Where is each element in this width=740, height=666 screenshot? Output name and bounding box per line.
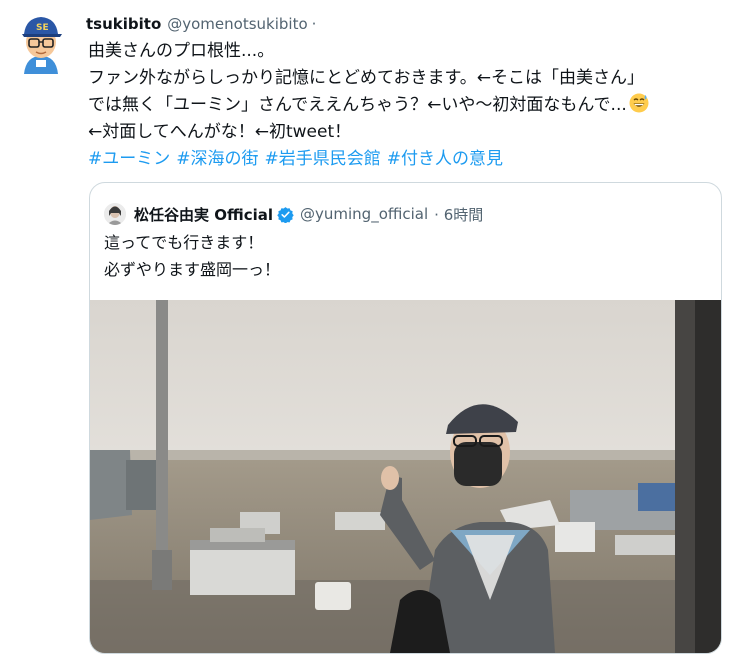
quoted-display-name[interactable]: 松任谷由実 Official (134, 204, 273, 225)
grinning-sweat-emoji-icon (629, 93, 649, 113)
quoted-line: 必ずやります盛岡一っ！ (104, 260, 281, 279)
tweet-line: ファン外ながらしっかり記憶にとどめておきます。←そこは「由美さん」 (88, 68, 645, 88)
verified-badge-icon (277, 206, 294, 223)
quoted-timestamp[interactable]: · 6時間 (434, 204, 483, 225)
hashtag-link[interactable]: #ユーミン (88, 149, 170, 169)
user-avatar[interactable]: SE (14, 12, 68, 74)
quoted-tweet-text: 這ってでも行きます！ 必ずやります盛岡一っ！ (104, 229, 280, 283)
airport-window-photo[interactable] (90, 300, 721, 653)
hashtag-link[interactable]: #深海の街 (176, 149, 258, 169)
display-name[interactable]: tsukibito (86, 15, 161, 33)
tweet-line-with-emoji: では無く「ユーミン」さんでええんちゃう？←いや～初対面なもんで... (88, 92, 728, 119)
hashtag-link[interactable]: #岩手県民会館 (265, 149, 381, 169)
quoted-line: 這ってでも行きます！ (104, 233, 264, 252)
separator-dot: · (311, 15, 317, 33)
hashtag-list: #ユーミン #深海の街 #岩手県民会館 #付き人の意見 (88, 146, 728, 173)
svg-text:SE: SE (36, 23, 49, 33)
tweet-text: 由美さんのプロ根性...。 ファン外ながらしっかり記憶にとどめておきます。←そこ… (88, 38, 728, 173)
tweet-line: ←対面してへんがな！←初tweet！ (88, 122, 352, 142)
quoted-tweet-header: 松任谷由実 Official @yuming_official · 6時間 (104, 203, 483, 225)
hashtag-link[interactable]: #付き人の意見 (387, 149, 503, 169)
quoted-user-handle[interactable]: @yuming_official (300, 205, 428, 223)
tweet-line: 由美さんのプロ根性...。 (88, 41, 275, 61)
tweet-line: では無く「ユーミン」さんでええんちゃう？←いや～初対面なもんで... (88, 95, 627, 115)
user-handle[interactable]: @yomenotsukibito (167, 15, 307, 33)
avatar-portrait-icon (104, 203, 126, 225)
quoted-tweet-card[interactable]: 松任谷由実 Official @yuming_official · 6時間 這っ… (89, 182, 722, 654)
tweet-header: tsukibito @yomenotsukibito · (86, 14, 316, 34)
quoted-user-avatar[interactable] (104, 203, 126, 225)
